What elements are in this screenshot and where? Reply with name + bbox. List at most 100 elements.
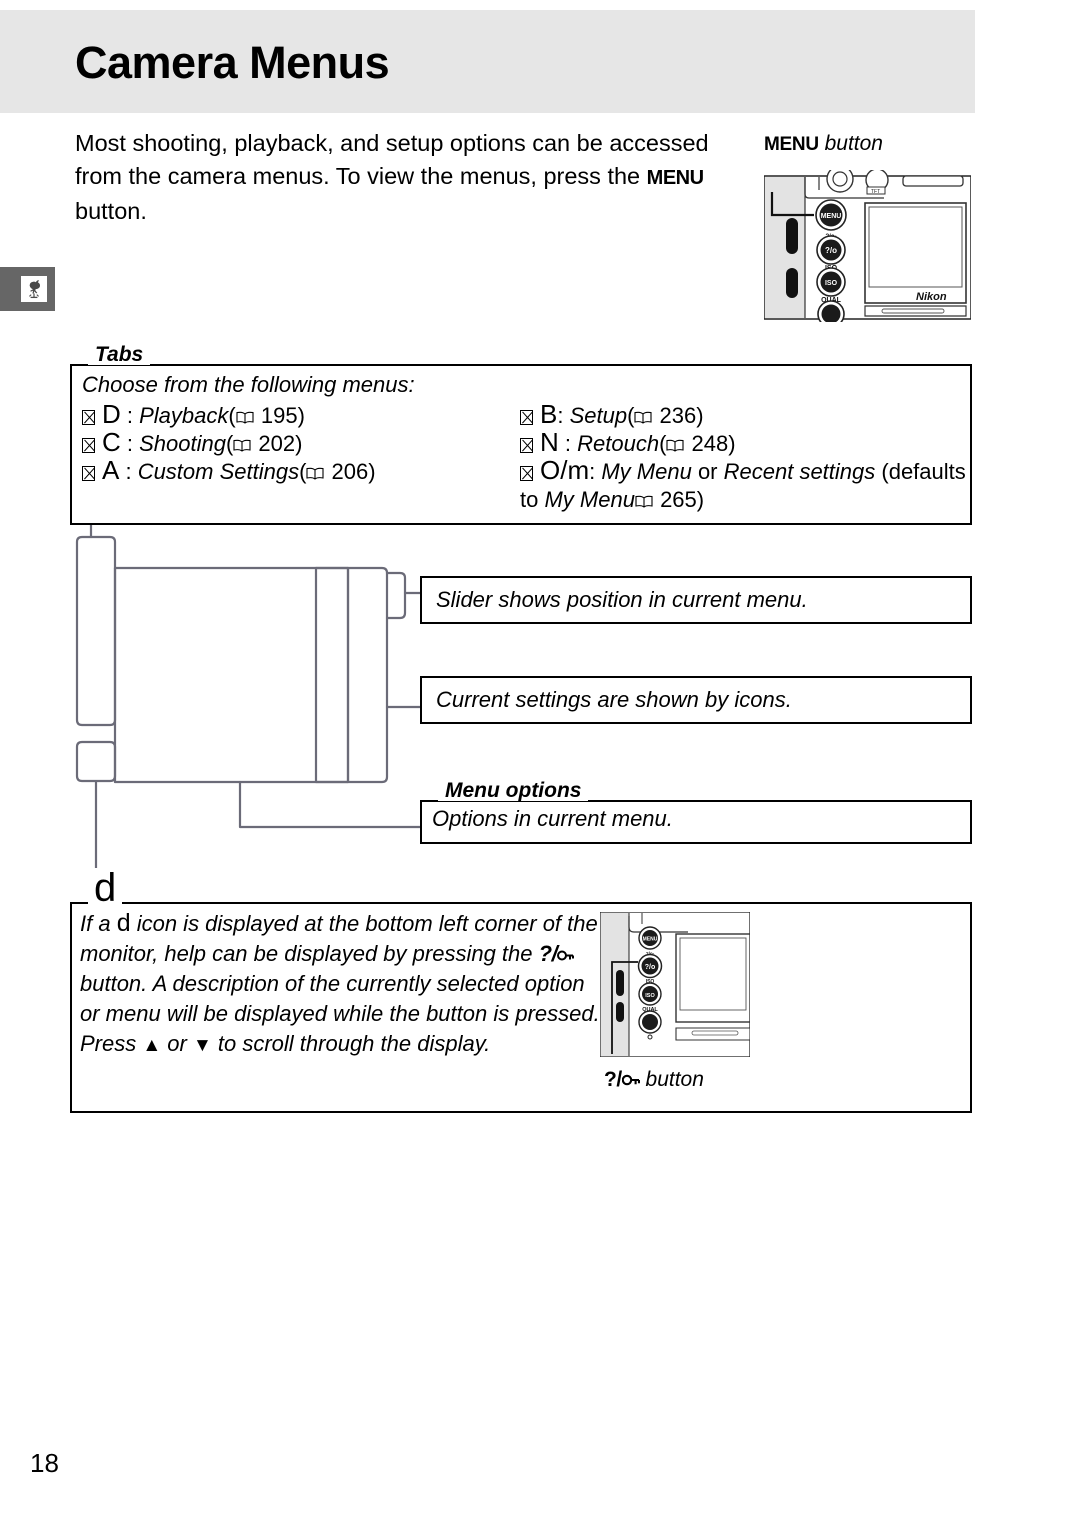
ref-open-paren: ( [225, 431, 234, 456]
svg-text:?/o: ?/o [825, 246, 837, 255]
tabs-left-column: D : Playback( 195) C : Shooting( 202) A … [82, 400, 502, 484]
tab-name-recent-settings: Recent settings [723, 459, 876, 484]
tabs-intro-text: Choose from the following menus: [82, 372, 415, 397]
down-arrow-icon: ▼ [192, 1035, 212, 1056]
book-icon [635, 495, 653, 508]
book-icon [666, 439, 684, 452]
tab-letter: N [540, 427, 559, 457]
menu-button-caption: MENU button [764, 132, 883, 156]
missing-glyph-icon [520, 438, 533, 453]
lock-icon [621, 1068, 640, 1091]
tab-separator: : [120, 431, 140, 456]
menu-key-glyph: MENU [646, 167, 704, 189]
callout-slider-box: Slider shows position in current menu. [420, 576, 972, 624]
ref-close-paren: ) [297, 403, 305, 428]
tab-item-custom-settings: A : Custom Settings( 206) [82, 456, 502, 484]
help-text-4: to scroll through the display. [211, 1031, 491, 1056]
book-icon [634, 411, 652, 424]
tab-separator: : [120, 403, 140, 428]
ref-open-paren: ( [627, 403, 635, 428]
tab-item-retouch: N : Retouch( 248) [520, 428, 968, 456]
tab-name-my-menu-2: My Menu [544, 487, 635, 512]
menu-options-rule [592, 800, 972, 802]
tab-item-my-menu: O/m: My Menu or Recent settings (default… [520, 456, 968, 514]
rooster-weathervane-icon [21, 276, 47, 302]
tab-name: Shooting [139, 431, 226, 456]
tab-name: Custom Settings [137, 459, 300, 484]
tab-item-shooting: C : Shooting( 202) [82, 428, 502, 456]
page-number: 18 [30, 1448, 59, 1478]
missing-glyph-icon [82, 466, 95, 481]
qm-key-glyph: ?/ [538, 941, 558, 966]
missing-glyph-icon [82, 410, 95, 425]
svg-text:ISO: ISO [825, 280, 838, 287]
intro-paragraph: Most shooting, playback, and setup optio… [75, 127, 735, 228]
callout-settings-text: Current settings are shown by icons. [436, 687, 792, 712]
page-title: Camera Menus [75, 37, 390, 88]
svg-text:MENU: MENU [643, 937, 658, 943]
tab-letter: D [102, 399, 121, 429]
ref-page: 206 [325, 459, 369, 484]
tab-separator: : [119, 459, 138, 484]
camera-illustration-top: TFT Nikon MENU ?/o- ?/o ISO ISO QUAL [763, 165, 972, 328]
tabs-section-title: Tabs [88, 344, 151, 365]
tab-separator: : [589, 459, 602, 484]
intro-text-part1: Most shooting, playback, and setup optio… [75, 130, 709, 189]
ref-page: 265 [653, 487, 697, 512]
tab-letter: C [102, 427, 121, 457]
tab-name-my-menu: My Menu [601, 459, 692, 484]
tabs-section-rule [168, 364, 972, 366]
help-section-rule [142, 902, 972, 904]
lock-icon [557, 941, 575, 966]
ref-close-paren: ) [728, 431, 736, 456]
tab-item-playback: D : Playback( 195) [82, 400, 502, 428]
svg-text:MENU: MENU [821, 213, 842, 220]
tab-mid-word: or [691, 459, 724, 484]
ref-close-paren: ) [368, 459, 376, 484]
callout-slider-text: Slider shows position in current menu. [436, 587, 808, 612]
help-d-icon: d [116, 909, 131, 937]
book-icon [233, 439, 251, 452]
ref-open-paren: ( [228, 403, 236, 428]
help-section-body: If a d icon is displayed at the bottom l… [80, 908, 600, 1061]
ref-page: 236 [653, 403, 697, 428]
ref-page: 248 [685, 431, 729, 456]
intro-text-part2: button. [75, 198, 147, 224]
tabs-right-column: B: Setup( 236) N : Retouch( 248) O/m: My… [520, 400, 968, 514]
missing-glyph-icon [520, 466, 533, 481]
tab-name: Retouch [577, 431, 660, 456]
missing-glyph-icon [82, 438, 95, 453]
tab-letter: B [540, 399, 558, 429]
qm-key-label: ?/ [604, 1068, 622, 1091]
tab-separator: : [558, 431, 578, 456]
tab-separator: : [557, 403, 570, 428]
ref-close-paren: ) [696, 403, 704, 428]
tab-item-setup: B: Setup( 236) [520, 400, 968, 428]
help-section-title-glyph: d [88, 868, 123, 908]
svg-text:?/o: ?/o [645, 964, 656, 971]
ref-open-paren: ( [299, 459, 307, 484]
camera-illustration-bottom: MENU ?/o- ?/o ISO ISO QUAL [599, 911, 751, 1058]
menu-options-text: Options in current menu. [432, 806, 673, 831]
svg-text:TFT: TFT [871, 189, 880, 195]
ref-close-paren: ) [295, 431, 303, 456]
up-arrow-icon: ▲ [142, 1035, 162, 1056]
svg-text:ISO: ISO [645, 993, 655, 999]
menu-screen-diagram [70, 525, 430, 885]
callout-settings-box: Current settings are shown by icons. [420, 676, 972, 724]
help-or-word: or [161, 1031, 193, 1056]
ref-page: 202 [252, 431, 296, 456]
book-icon [306, 467, 324, 480]
ref-open-paren: ( [659, 431, 667, 456]
menu-options-title: Menu options [438, 780, 589, 801]
ref-page: 195 [254, 403, 298, 428]
tab-letter: A [102, 455, 120, 485]
svg-text:Nikon: Nikon [916, 291, 947, 303]
book-icon [236, 411, 254, 424]
ref-close-paren: ) [696, 487, 705, 512]
menu-button-word: button [824, 132, 883, 155]
help-text-2: icon is displayed at the bottom left cor… [80, 911, 598, 966]
chapter-margin-tab [0, 267, 55, 311]
help-text-1: If a [80, 911, 117, 936]
menu-key-label: MENU [764, 134, 819, 155]
